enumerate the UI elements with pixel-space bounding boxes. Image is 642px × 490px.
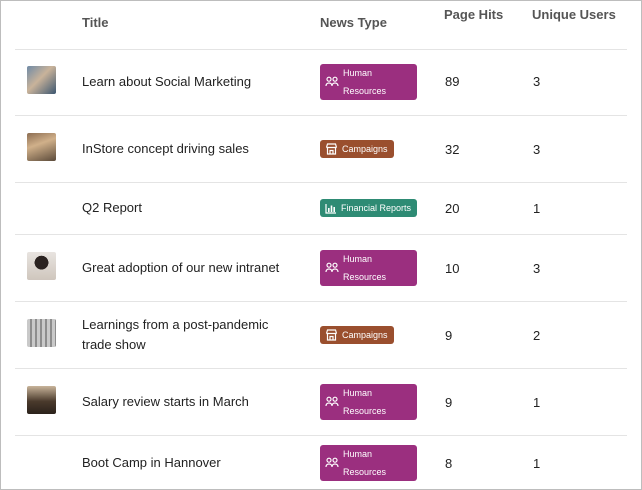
- page-hits-value: 9: [445, 395, 453, 410]
- news-type-badge: Financial Reports: [320, 199, 418, 217]
- news-type-label: Campaigns: [342, 330, 388, 340]
- article-thumbnail: [27, 133, 56, 161]
- article-thumbnail: [27, 386, 56, 414]
- unique-users-value: 3: [533, 261, 541, 276]
- article-thumbnail: [27, 319, 56, 347]
- unique-users-value: 3: [533, 142, 541, 157]
- news-type-label: Campaigns: [342, 144, 388, 154]
- article-thumbnail: [27, 66, 56, 94]
- news-type-label: Human Resources: [343, 254, 387, 282]
- article-thumbnail: [27, 252, 56, 280]
- column-header-news-type[interactable]: News Type: [320, 15, 387, 30]
- article-title[interactable]: Q2 Report: [82, 198, 292, 218]
- news-type-label: Financial Reports: [341, 203, 412, 213]
- article-title[interactable]: Salary review starts in March: [82, 392, 292, 412]
- unique-users-value: 2: [533, 328, 541, 343]
- article-title[interactable]: Great adoption of our new intranet: [82, 258, 292, 278]
- page-hits-value: 10: [445, 261, 460, 276]
- article-title[interactable]: Learn about Social Marketing: [82, 72, 292, 92]
- article-title[interactable]: Boot Camp in Hannover: [82, 453, 292, 473]
- unique-users-value: 1: [533, 456, 541, 471]
- news-type-badge: Human Resources: [320, 250, 417, 286]
- news-analytics-table: Title News Type Page Hits Unique Users L…: [0, 0, 642, 490]
- news-type-badge: Campaigns: [320, 326, 394, 344]
- table-row[interactable]: Q2 Report Financial Reports 20 1: [15, 183, 627, 235]
- column-header-unique-users[interactable]: Unique Users: [532, 7, 616, 22]
- store-icon: [325, 143, 338, 155]
- news-type-badge: Human Resources: [320, 384, 417, 420]
- store-icon: [325, 329, 338, 341]
- news-type-badge: Campaigns: [320, 140, 394, 158]
- page-hits-value: 32: [445, 142, 460, 157]
- people-icon: [325, 76, 339, 87]
- article-title[interactable]: Learnings from a post-pandemic trade sho…: [82, 315, 292, 355]
- table-row[interactable]: Great adoption of our new intranet Human…: [15, 235, 627, 302]
- column-header-page-hits[interactable]: Page Hits: [444, 7, 503, 22]
- unique-users-value: 1: [533, 201, 541, 216]
- page-hits-value: 8: [445, 456, 453, 471]
- table-row[interactable]: Salary review starts in March Human Reso…: [15, 369, 627, 436]
- page-hits-value: 9: [445, 328, 453, 343]
- table-row[interactable]: InStore concept driving sales Campaigns …: [15, 116, 627, 183]
- article-title[interactable]: InStore concept driving sales: [82, 139, 292, 159]
- news-type-label: Human Resources: [343, 388, 387, 416]
- unique-users-value: 1: [533, 395, 541, 410]
- news-type-badge: Human Resources: [320, 445, 417, 481]
- news-type-badge: Human Resources: [320, 64, 417, 100]
- people-icon: [325, 262, 339, 273]
- news-type-label: Human Resources: [343, 68, 387, 96]
- people-icon: [325, 457, 339, 468]
- people-icon: [325, 396, 339, 407]
- column-header-title[interactable]: Title: [82, 15, 109, 30]
- page-hits-value: 89: [445, 74, 460, 89]
- table-row[interactable]: Learnings from a post-pandemic trade sho…: [15, 302, 627, 369]
- news-type-label: Human Resources: [343, 449, 387, 477]
- bar-chart-icon: [325, 203, 336, 214]
- table-row[interactable]: Boot Camp in Hannover Human Resources 8 …: [15, 436, 627, 489]
- table-row[interactable]: Learn about Social Marketing Human Resou…: [15, 49, 627, 116]
- table-header: Title News Type Page Hits Unique Users: [15, 1, 627, 50]
- page-hits-value: 20: [445, 201, 460, 216]
- unique-users-value: 3: [533, 74, 541, 89]
